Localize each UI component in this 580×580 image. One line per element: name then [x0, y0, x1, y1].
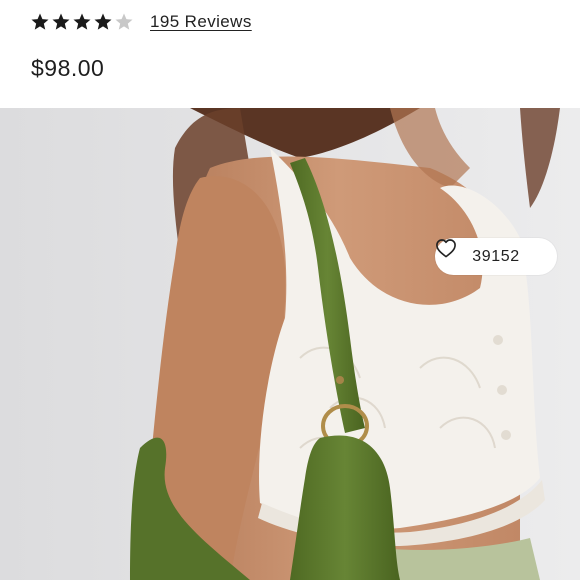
favorite-count: 39152 — [472, 247, 520, 265]
star-filled-icon — [94, 13, 112, 30]
reviews-link[interactable]: 195 Reviews — [150, 12, 252, 32]
product-price: $98.00 — [31, 55, 105, 81]
star-filled-icon — [31, 13, 49, 30]
star-rating — [30, 12, 134, 32]
product-photo-illustration — [0, 108, 580, 580]
star-empty-icon — [115, 13, 133, 30]
rating-row: 195 Reviews — [30, 8, 252, 36]
star-filled-icon — [52, 13, 70, 30]
heart-outline-icon — [436, 239, 456, 258]
star-filled-icon — [73, 13, 91, 30]
product-image[interactable]: 39152 — [0, 108, 580, 580]
favorite-button[interactable]: 39152 — [435, 238, 557, 275]
product-header: 195 Reviews $98.00 — [0, 0, 580, 108]
